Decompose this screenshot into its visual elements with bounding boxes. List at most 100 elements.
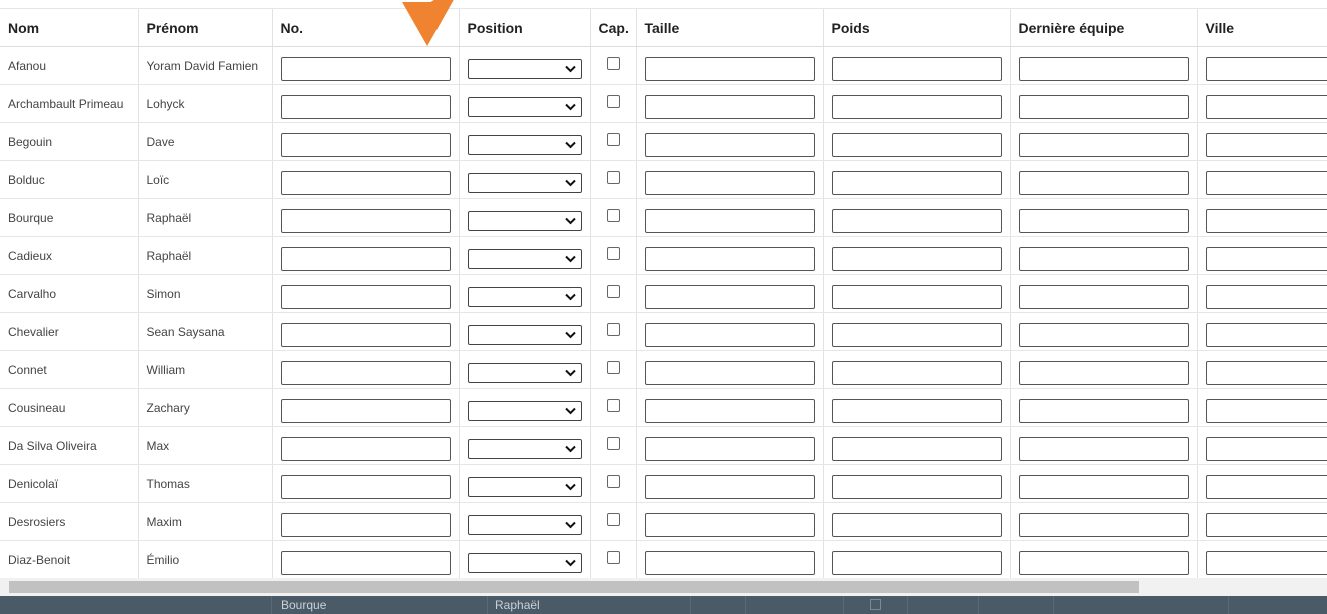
header-nom[interactable]: Nom	[0, 8, 138, 47]
header-derniere-equipe[interactable]: Dernière équipe	[1009, 8, 1197, 47]
weight-input[interactable]	[831, 132, 1002, 157]
last-team-input[interactable]	[1018, 56, 1189, 81]
number-input[interactable]	[280, 56, 451, 81]
number-input[interactable]	[280, 474, 451, 499]
height-input[interactable]	[644, 94, 815, 119]
city-input[interactable]	[1205, 322, 1327, 347]
last-team-input[interactable]	[1018, 550, 1189, 575]
last-team-input[interactable]	[1018, 436, 1189, 461]
position-select[interactable]	[467, 362, 582, 383]
city-input[interactable]	[1205, 246, 1327, 271]
weight-input[interactable]	[831, 208, 1002, 233]
weight-input[interactable]	[831, 550, 1002, 575]
weight-input[interactable]	[831, 398, 1002, 423]
city-input[interactable]	[1205, 56, 1327, 81]
position-select[interactable]	[467, 400, 582, 421]
height-input[interactable]	[644, 208, 815, 233]
height-input[interactable]	[644, 284, 815, 309]
horizontal-scrollbar[interactable]	[0, 578, 1327, 596]
last-team-input[interactable]	[1018, 474, 1189, 499]
captain-checkbox[interactable]	[606, 322, 620, 336]
last-team-input[interactable]	[1018, 360, 1189, 385]
captain-checkbox[interactable]	[606, 474, 620, 488]
height-input[interactable]	[644, 360, 815, 385]
last-team-input[interactable]	[1018, 208, 1189, 233]
number-input[interactable]	[280, 284, 451, 309]
number-input[interactable]	[280, 170, 451, 195]
header-poids[interactable]: Poids	[822, 8, 1010, 47]
position-select[interactable]	[467, 514, 582, 535]
height-input[interactable]	[644, 474, 815, 499]
weight-input[interactable]	[831, 512, 1002, 537]
header-ville[interactable]: Ville	[1196, 8, 1327, 47]
captain-checkbox[interactable]	[606, 170, 620, 184]
position-select[interactable]	[467, 552, 582, 573]
position-select[interactable]	[467, 248, 582, 269]
height-input[interactable]	[644, 246, 815, 271]
weight-input[interactable]	[831, 94, 1002, 119]
weight-input[interactable]	[831, 360, 1002, 385]
height-input[interactable]	[644, 398, 815, 423]
number-input[interactable]	[280, 512, 451, 537]
position-select[interactable]	[467, 172, 582, 193]
city-input[interactable]	[1205, 94, 1327, 119]
height-input[interactable]	[644, 170, 815, 195]
last-team-input[interactable]	[1018, 284, 1189, 309]
last-team-input[interactable]	[1018, 170, 1189, 195]
captain-checkbox[interactable]	[606, 208, 620, 222]
captain-checkbox[interactable]	[606, 436, 620, 450]
number-input[interactable]	[280, 94, 451, 119]
weight-input[interactable]	[831, 436, 1002, 461]
height-input[interactable]	[644, 132, 815, 157]
weight-input[interactable]	[831, 284, 1002, 309]
city-input[interactable]	[1205, 360, 1327, 385]
number-input[interactable]	[280, 436, 451, 461]
city-input[interactable]	[1205, 170, 1327, 195]
number-input[interactable]	[280, 322, 451, 347]
header-taille[interactable]: Taille	[635, 8, 823, 47]
header-prenom[interactable]: Prénom	[137, 8, 272, 47]
number-input[interactable]	[280, 246, 451, 271]
scrollbar-thumb[interactable]	[9, 581, 1139, 593]
city-input[interactable]	[1205, 550, 1327, 575]
city-input[interactable]	[1205, 132, 1327, 157]
number-input[interactable]	[280, 208, 451, 233]
captain-checkbox[interactable]	[606, 512, 620, 526]
header-no[interactable]: No.	[271, 8, 459, 47]
number-input[interactable]	[280, 360, 451, 385]
captain-checkbox[interactable]	[606, 398, 620, 412]
position-select[interactable]	[467, 134, 582, 155]
position-select[interactable]	[467, 438, 582, 459]
number-input[interactable]	[280, 132, 451, 157]
captain-checkbox[interactable]	[606, 132, 620, 146]
last-team-input[interactable]	[1018, 94, 1189, 119]
position-select[interactable]	[467, 210, 582, 231]
weight-input[interactable]	[831, 474, 1002, 499]
number-input[interactable]	[280, 550, 451, 575]
city-input[interactable]	[1205, 474, 1327, 499]
last-team-input[interactable]	[1018, 246, 1189, 271]
height-input[interactable]	[644, 322, 815, 347]
weight-input[interactable]	[831, 322, 1002, 347]
weight-input[interactable]	[831, 56, 1002, 81]
city-input[interactable]	[1205, 208, 1327, 233]
last-team-input[interactable]	[1018, 512, 1189, 537]
captain-checkbox[interactable]	[606, 360, 620, 374]
last-team-input[interactable]	[1018, 322, 1189, 347]
captain-checkbox[interactable]	[606, 56, 620, 70]
city-input[interactable]	[1205, 436, 1327, 461]
header-position[interactable]: Position	[458, 8, 590, 47]
city-input[interactable]	[1205, 284, 1327, 309]
captain-checkbox[interactable]	[606, 550, 620, 564]
height-input[interactable]	[644, 550, 815, 575]
city-input[interactable]	[1205, 512, 1327, 537]
last-team-input[interactable]	[1018, 132, 1189, 157]
weight-input[interactable]	[831, 170, 1002, 195]
weight-input[interactable]	[831, 246, 1002, 271]
height-input[interactable]	[644, 436, 815, 461]
number-input[interactable]	[280, 398, 451, 423]
position-select[interactable]	[467, 96, 582, 117]
height-input[interactable]	[644, 512, 815, 537]
position-select[interactable]	[467, 476, 582, 497]
position-select[interactable]	[467, 58, 582, 79]
